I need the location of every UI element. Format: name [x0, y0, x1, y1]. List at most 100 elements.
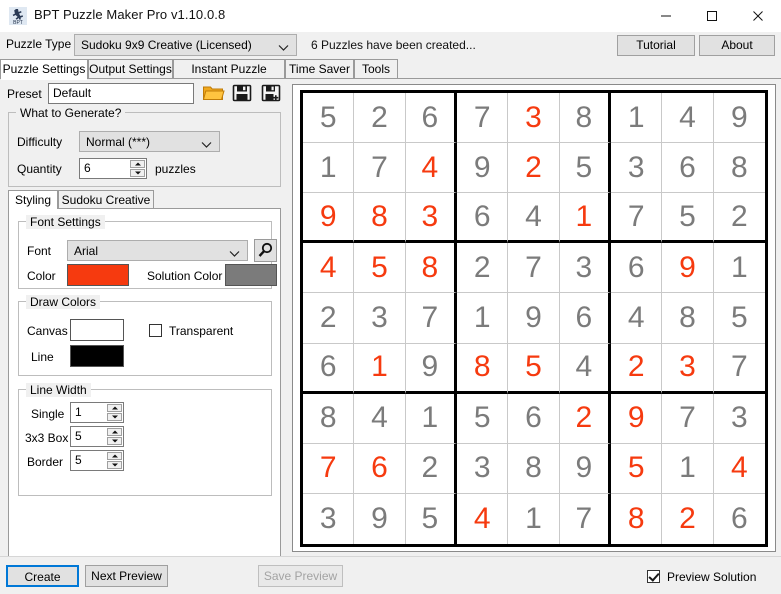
save-preview-button[interactable]: Save Preview: [258, 565, 343, 587]
sudoku-cell-r4c4[interactable]: 2: [457, 243, 508, 293]
sudoku-cell-r5c3[interactable]: 7: [406, 293, 457, 343]
single-width-stepper[interactable]: 1: [70, 402, 124, 423]
sudoku-cell-r2c8[interactable]: 6: [662, 143, 713, 193]
sudoku-cell-r5c4[interactable]: 1: [457, 293, 508, 343]
sudoku-cell-r7c6[interactable]: 2: [560, 394, 611, 444]
sudoku-cell-r3c3[interactable]: 3: [406, 193, 457, 243]
sudoku-cell-r7c2[interactable]: 4: [354, 394, 405, 444]
sudoku-cell-r5c2[interactable]: 3: [354, 293, 405, 343]
tab-puzzle-settings[interactable]: Puzzle Settings: [0, 59, 88, 79]
sudoku-cell-r6c3[interactable]: 9: [406, 344, 457, 394]
sudoku-cell-r8c2[interactable]: 6: [354, 444, 405, 494]
sudoku-cell-r7c8[interactable]: 7: [662, 394, 713, 444]
sudoku-cell-r4c9[interactable]: 1: [714, 243, 765, 293]
minimize-button[interactable]: [643, 0, 689, 32]
sudoku-cell-r6c5[interactable]: 5: [508, 344, 559, 394]
sudoku-cell-r7c9[interactable]: 3: [714, 394, 765, 444]
tab-time-saver[interactable]: Time Saver: [285, 59, 354, 79]
sudoku-cell-r3c7[interactable]: 7: [611, 193, 662, 243]
subtab-sudoku-creative[interactable]: Sudoku Creative: [58, 190, 154, 209]
single-decrement-icon[interactable]: [107, 413, 122, 421]
canvas-color-swatch[interactable]: [70, 319, 124, 341]
sudoku-cell-r6c1[interactable]: 6: [303, 344, 354, 394]
create-button[interactable]: Create: [6, 565, 79, 587]
sudoku-cell-r9c3[interactable]: 5: [406, 494, 457, 544]
sudoku-cell-r6c9[interactable]: 7: [714, 344, 765, 394]
sudoku-cell-r7c4[interactable]: 5: [457, 394, 508, 444]
sudoku-cell-r2c9[interactable]: 8: [714, 143, 765, 193]
sudoku-cell-r3c8[interactable]: 5: [662, 193, 713, 243]
quantity-increment-icon[interactable]: [130, 160, 145, 168]
sudoku-cell-r5c7[interactable]: 4: [611, 293, 662, 343]
sudoku-cell-r2c1[interactable]: 1: [303, 143, 354, 193]
sudoku-cell-r5c1[interactable]: 2: [303, 293, 354, 343]
box-increment-icon[interactable]: [107, 428, 122, 436]
tab-tools[interactable]: Tools: [354, 59, 398, 79]
sudoku-cell-r7c1[interactable]: 8: [303, 394, 354, 444]
sudoku-cell-r4c5[interactable]: 7: [508, 243, 559, 293]
sudoku-cell-r9c2[interactable]: 9: [354, 494, 405, 544]
border-decrement-icon[interactable]: [107, 461, 122, 469]
sudoku-cell-r1c5[interactable]: 3: [508, 93, 559, 143]
quantity-stepper[interactable]: 6: [79, 158, 147, 179]
folder-open-icon[interactable]: [201, 82, 226, 106]
sudoku-cell-r4c1[interactable]: 4: [303, 243, 354, 293]
quantity-decrement-icon[interactable]: [130, 169, 145, 177]
border-increment-icon[interactable]: [107, 452, 122, 460]
sudoku-cell-r9c4[interactable]: 4: [457, 494, 508, 544]
preview-solution-checkbox[interactable]: [647, 570, 660, 583]
box-decrement-icon[interactable]: [107, 437, 122, 445]
solution-color-swatch[interactable]: [225, 264, 277, 286]
next-preview-button[interactable]: Next Preview: [85, 565, 168, 587]
sudoku-cell-r7c7[interactable]: 9: [611, 394, 662, 444]
tutorial-button[interactable]: Tutorial: [617, 35, 695, 56]
font-color-swatch[interactable]: [67, 264, 129, 286]
sudoku-cell-r2c6[interactable]: 5: [560, 143, 611, 193]
box-width-stepper[interactable]: 5: [70, 426, 124, 447]
sudoku-cell-r2c3[interactable]: 4: [406, 143, 457, 193]
sudoku-cell-r2c4[interactable]: 9: [457, 143, 508, 193]
single-increment-icon[interactable]: [107, 404, 122, 412]
sudoku-cell-r6c4[interactable]: 8: [457, 344, 508, 394]
sudoku-cell-r4c2[interactable]: 5: [354, 243, 405, 293]
difficulty-dropdown[interactable]: Normal (***): [79, 131, 220, 152]
save-as-icon[interactable]: [259, 82, 284, 106]
sudoku-cell-r9c9[interactable]: 6: [714, 494, 765, 544]
sudoku-cell-r1c3[interactable]: 6: [406, 93, 457, 143]
save-icon[interactable]: [230, 82, 255, 106]
font-dropdown[interactable]: Arial: [67, 240, 248, 261]
tab-output-settings[interactable]: Output Settings: [88, 59, 173, 79]
sudoku-cell-r5c5[interactable]: 9: [508, 293, 559, 343]
sudoku-cell-r1c2[interactable]: 2: [354, 93, 405, 143]
sudoku-cell-r4c7[interactable]: 6: [611, 243, 662, 293]
sudoku-cell-r1c6[interactable]: 8: [560, 93, 611, 143]
sudoku-cell-r8c4[interactable]: 3: [457, 444, 508, 494]
sudoku-cell-r4c3[interactable]: 8: [406, 243, 457, 293]
sudoku-cell-r6c7[interactable]: 2: [611, 344, 662, 394]
sudoku-cell-r4c6[interactable]: 3: [560, 243, 611, 293]
sudoku-cell-r7c5[interactable]: 6: [508, 394, 559, 444]
sudoku-grid[interactable]: 5267381491749253689836417524582736912371…: [300, 90, 768, 547]
about-button[interactable]: About: [699, 35, 775, 56]
border-width-stepper[interactable]: 5: [70, 450, 124, 471]
close-button[interactable]: [735, 0, 781, 32]
subtab-styling[interactable]: Styling: [8, 190, 58, 209]
line-color-swatch[interactable]: [70, 345, 124, 367]
sudoku-cell-r1c9[interactable]: 9: [714, 93, 765, 143]
sudoku-cell-r8c8[interactable]: 1: [662, 444, 713, 494]
sudoku-cell-r2c5[interactable]: 2: [508, 143, 559, 193]
puzzle-type-dropdown[interactable]: Sudoku 9x9 Creative (Licensed): [74, 34, 297, 56]
sudoku-cell-r5c8[interactable]: 8: [662, 293, 713, 343]
sudoku-cell-r9c1[interactable]: 3: [303, 494, 354, 544]
sudoku-cell-r9c5[interactable]: 1: [508, 494, 559, 544]
sudoku-cell-r8c5[interactable]: 8: [508, 444, 559, 494]
sudoku-cell-r2c7[interactable]: 3: [611, 143, 662, 193]
sudoku-cell-r5c6[interactable]: 6: [560, 293, 611, 343]
transparent-checkbox[interactable]: [149, 324, 162, 337]
sudoku-cell-r6c8[interactable]: 3: [662, 344, 713, 394]
sudoku-cell-r6c6[interactable]: 4: [560, 344, 611, 394]
sudoku-cell-r3c6[interactable]: 1: [560, 193, 611, 243]
sudoku-cell-r1c7[interactable]: 1: [611, 93, 662, 143]
sudoku-cell-r7c3[interactable]: 1: [406, 394, 457, 444]
sudoku-cell-r9c8[interactable]: 2: [662, 494, 713, 544]
